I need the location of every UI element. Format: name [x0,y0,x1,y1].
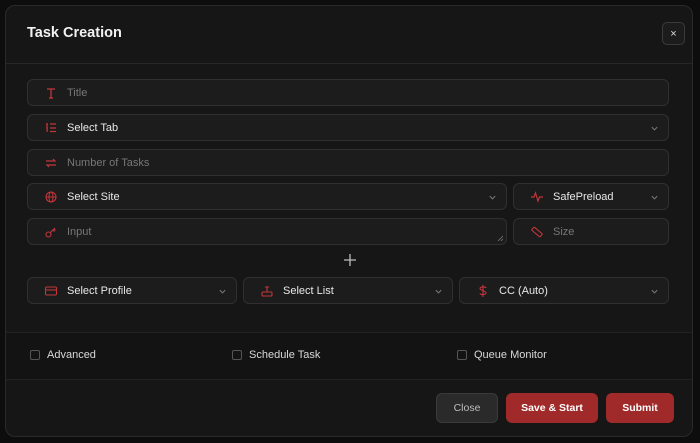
resize-handle-icon[interactable] [497,235,503,241]
save-and-start-button[interactable]: Save & Start [506,393,598,423]
dialog-header: Task Creation × [6,6,692,64]
activity-icon [531,191,543,203]
submit-button[interactable]: Submit [606,393,674,423]
text-icon [47,88,55,99]
task-creation-dialog: Task Creation × Title Select Tab Number … [5,5,693,437]
site-select[interactable]: Select Site [27,183,507,210]
close-button[interactable]: Close [436,393,498,423]
options-section [6,332,692,380]
site-select-value: Select Site [67,191,120,203]
chevron-down-icon [489,195,496,200]
dollar-sign-icon [479,285,487,297]
title-placeholder: Title [67,87,88,99]
globe-icon [45,191,57,203]
queue-monitor-label: Queue Monitor [474,349,547,361]
schedule-task-checkbox[interactable]: Schedule Task [232,349,320,361]
tab-select[interactable]: Select Tab [27,114,669,141]
mode-select[interactable]: SafePreload [513,183,669,210]
list-select[interactable]: Select List [243,277,453,304]
advanced-label: Advanced [47,349,96,361]
profile-select-value: Select Profile [67,285,132,297]
checkbox-box[interactable] [30,350,40,360]
profile-select[interactable]: Select Profile [27,277,237,304]
checkbox-box[interactable] [232,350,242,360]
ruler-icon [531,226,543,238]
repeat-icon [45,158,57,168]
router-icon [261,286,273,297]
size-placeholder: Size [553,226,575,238]
list-select-value: Select List [283,285,334,297]
close-icon-button[interactable]: × [662,22,685,45]
number-of-tasks-placeholder: Number of Tasks [67,157,150,169]
payment-select[interactable]: CC (Auto) [459,277,669,304]
chevron-down-icon [651,289,658,294]
credit-card-icon [44,286,58,296]
chevron-down-icon [435,289,442,294]
input-textarea[interactable]: Input [27,218,507,245]
dialog-title: Task Creation [27,25,122,41]
chevron-down-icon [651,195,658,200]
payment-select-value: CC (Auto) [499,285,548,297]
queue-monitor-checkbox[interactable]: Queue Monitor [457,349,547,361]
chevron-down-icon [219,289,226,294]
checkbox-box[interactable] [457,350,467,360]
mode-select-value: SafePreload [553,191,614,203]
chevron-down-icon [651,126,658,131]
tab-select-value: Select Tab [67,122,119,134]
input-placeholder: Input [67,226,92,238]
title-field[interactable]: Title [27,79,669,106]
key-icon [45,227,56,238]
size-field[interactable]: Size [513,218,669,245]
schedule-task-label: Schedule Task [249,349,321,361]
advanced-checkbox[interactable]: Advanced [30,349,96,361]
list-tree-icon [46,123,56,133]
add-plus-icon[interactable] [343,253,357,267]
number-of-tasks-field[interactable]: Number of Tasks [27,149,669,176]
